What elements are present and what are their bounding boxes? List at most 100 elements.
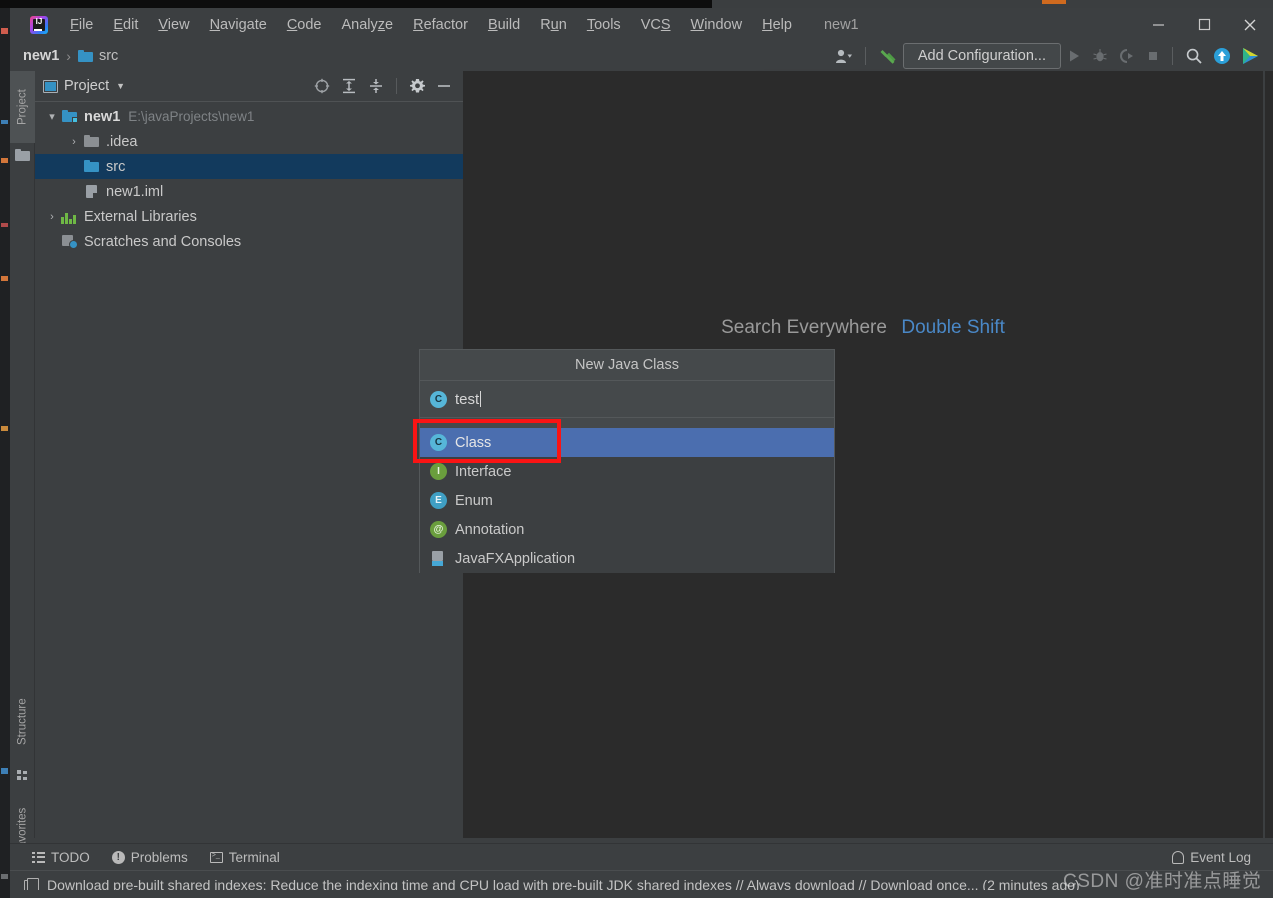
enum-icon: E [430,492,447,509]
close-icon[interactable] [1227,8,1273,41]
toolbar-separator [864,47,866,65]
tree-node-label: src [106,158,126,175]
event-log-button[interactable]: Event Log [1172,850,1251,865]
scratches-icon [61,234,78,249]
project-window-icon [43,79,58,93]
bottom-tab-label: Problems [130,849,188,865]
edge-fleck [1,223,8,227]
list-item-label: Annotation [455,521,525,538]
bottom-tab-todo[interactable]: TODO [32,850,90,865]
bottom-tab-label: Terminal [228,849,280,865]
tool-tab-label: Structure [16,698,29,746]
menu-item-analyze[interactable]: Analyze [332,14,404,36]
tree-node-label: new1 [84,108,121,125]
event-log-icon [1172,850,1185,864]
folder-source-icon [83,159,100,174]
menu-item-file[interactable]: File [60,14,103,36]
menu-item-navigate[interactable]: Navigate [200,14,277,36]
collapse-all-icon[interactable] [365,75,387,97]
menu-item-code[interactable]: Code [277,14,332,36]
chevron-right-icon[interactable]: › [43,211,61,223]
maximize-icon[interactable] [1181,8,1227,41]
logo-text: IJ [35,16,43,26]
event-log-label: Event Log [1190,849,1251,865]
class-name-value: test [455,390,480,408]
menu-item-help[interactable]: Help [752,14,802,36]
menu-bar: IJ File Edit View Navigate Code Analyze … [10,8,1273,41]
settings-gear-icon[interactable] [406,75,428,97]
menu-item-tools[interactable]: Tools [577,14,631,36]
iml-file-icon [83,184,100,199]
edge-fleck [1,426,8,431]
text-caret [480,391,482,407]
expand-all-icon[interactable] [338,75,360,97]
tree-node-label: Scratches and Consoles [84,233,242,250]
terminal-icon: >_ [209,851,223,863]
tree-node-new1-iml[interactable]: new1.iml [35,179,463,204]
panel-action-separator [396,78,397,94]
list-item-annotation[interactable]: @ Annotation [420,515,834,544]
list-item-javafxapplication[interactable]: JavaFXApplication [420,544,834,573]
list-item-label: JavaFXApplication [455,550,576,567]
menu-item-build[interactable]: Build [478,14,530,36]
ide-features-trainer-icon[interactable] [1236,43,1265,69]
select-opened-file-icon[interactable] [311,75,333,97]
bottom-tab-terminal[interactable]: >_ Terminal [209,849,280,865]
window-bottom-edge [10,890,1273,898]
tool-tab-label: Project [16,89,29,125]
debug-icon[interactable] [1087,43,1113,69]
menu-item-edit[interactable]: Edit [103,14,148,36]
chevron-down-icon[interactable]: ▾ [43,110,61,123]
add-configuration-button[interactable]: Add Configuration... [902,43,1061,69]
tree-node-external-libraries[interactable]: › External Libraries [35,204,463,229]
breadcrumb-item-src[interactable]: src [99,48,118,64]
search-everywhere-shortcut: Double Shift [901,317,1005,338]
breadcrumb-item-project[interactable]: new1 [23,48,59,64]
interface-icon: I [430,463,447,480]
class-icon: C [430,390,447,408]
tree-node-scratches[interactable]: Scratches and Consoles [35,229,463,254]
tree-node-label: new1.iml [106,183,164,200]
run-icon[interactable] [1061,43,1087,69]
menu-item-window[interactable]: Window [681,14,753,36]
class-name-input[interactable]: C test [420,381,834,418]
minimize-icon[interactable] [1135,8,1181,41]
chevron-right-icon[interactable]: › [65,136,83,148]
list-item-enum[interactable]: E Enum [420,486,834,515]
window-title: new1 [823,16,859,33]
chevron-down-icon[interactable]: ▼ [116,81,125,91]
sidebar-item-structure[interactable]: Structure [10,681,35,763]
todo-icon [32,851,45,863]
breadcrumb: new1 › src [23,48,118,64]
javafx-icon [430,551,447,566]
search-icon[interactable] [1180,43,1208,69]
update-project-icon[interactable] [1208,43,1236,69]
sidebar-item-project[interactable]: Project [10,71,35,143]
bottom-tab-problems[interactable]: ! Problems [111,849,188,865]
problems-icon: ! [111,850,125,864]
tree-node-idea[interactable]: › .idea [35,129,463,154]
menu-item-run[interactable]: Run [530,14,577,36]
edge-fleck [1,120,8,124]
hide-icon[interactable] [433,75,455,97]
tree-node-new1[interactable]: ▾ new1 E:\javaProjects\new1 [35,104,463,129]
libraries-icon [61,209,78,224]
menu-item-vcs[interactable]: VCS [631,14,681,36]
run-with-coverage-icon[interactable] [1113,43,1141,69]
bottom-tab-label: TODO [51,849,90,865]
edge-fleck [1,768,8,774]
background-window-light [712,0,1273,8]
bottom-tool-window-bar: TODO ! Problems >_ Terminal Event Log [10,843,1273,870]
edge-fleck [1,28,8,34]
menu-item-view[interactable]: View [148,14,199,36]
folder-icon [77,50,93,62]
background-window-strip [0,0,1273,8]
menu-item-refactor[interactable]: Refactor [403,14,478,36]
tree-node-src[interactable]: src [35,154,463,179]
build-hammer-icon[interactable] [873,43,903,69]
stop-icon[interactable] [1141,43,1165,69]
window-controls [1135,8,1273,41]
code-with-me-icon[interactable] [830,43,858,69]
search-everywhere-label: Search Everywhere [721,317,887,338]
module-folder-icon [61,109,78,124]
